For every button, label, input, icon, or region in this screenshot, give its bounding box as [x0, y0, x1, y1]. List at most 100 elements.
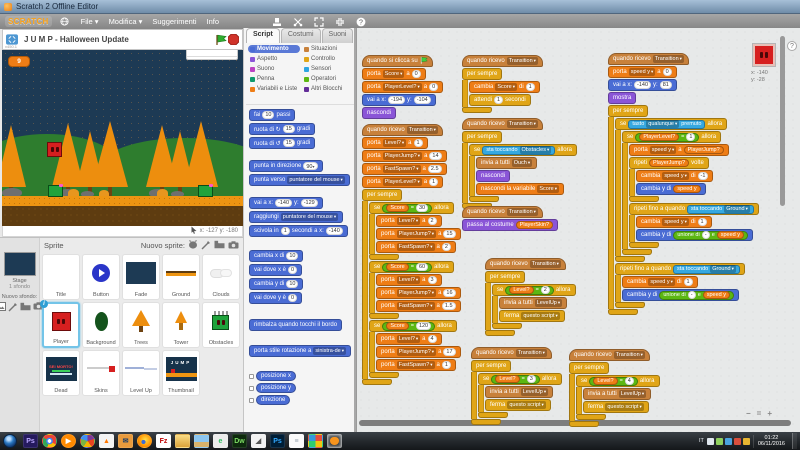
value-input[interactable]: - [687, 291, 696, 299]
operator-block[interactable]: Score = 120 [382, 321, 436, 331]
dropdown[interactable]: Level? ▾ [396, 276, 421, 284]
taskbar-icon-photoshop[interactable]: Ps [270, 434, 285, 448]
category-controllo[interactable]: Controllo [302, 55, 354, 63]
value-input[interactable]: 2 [441, 243, 451, 251]
zoom-in-button[interactable]: + [767, 409, 772, 418]
variable-chip[interactable]: Score [386, 263, 409, 271]
palette-block[interactable]: rimbalza quando tocchi il bordo [249, 319, 343, 331]
palette-block[interactable]: cambia x di 10 [249, 250, 304, 262]
operator-block[interactable]: unione di - e speed y [659, 290, 735, 300]
value-input[interactable]: 1 [697, 218, 707, 226]
c-block[interactable]: se Score = 60 allora porta Level? ▾ a 3 porta Playe… [369, 261, 461, 319]
value-input[interactable]: 0 [288, 294, 298, 302]
c-block[interactable]: per sempre cambia Score ▾ di 1 attendi 1 secondi [462, 68, 540, 113]
palette-block[interactable]: fai 10 passi [249, 109, 296, 121]
operator-block[interactable]: Level? = 2 [505, 285, 554, 295]
category-situazioni[interactable]: Situazioni [302, 45, 354, 53]
dropdown[interactable]: FastSpawn? ▾ [396, 361, 435, 369]
operator-block[interactable]: Score = 60 [382, 262, 433, 272]
dropdown[interactable]: FastSpawn? ▾ [396, 302, 435, 310]
sensing-block[interactable]: sta toccando Obstacles ▾ [482, 145, 556, 155]
dropdown[interactable]: FastSpawn? ▾ [382, 165, 421, 173]
stack-block[interactable]: vai a x: -194 y: -104 [362, 94, 436, 106]
value-input[interactable]: 60 [415, 263, 429, 271]
dropdown[interactable]: Obstacles ▾ [519, 146, 552, 154]
taskbar-icon-explorer[interactable] [175, 434, 190, 448]
c-block[interactable]: se tasto qualunque ▾ premuto allora se PlayerLe… [615, 118, 759, 262]
sprite-item-button[interactable]: Button [82, 254, 120, 300]
stage-watcher-box[interactable] [186, 50, 238, 60]
sprite-item-trees[interactable]: Trees [122, 302, 160, 348]
start-button[interactable] [3, 434, 17, 448]
new-backdrop-image-icon[interactable] [0, 302, 6, 314]
taskbar-icon-vlc[interactable]: ▲ [99, 434, 114, 448]
delete-scissors-icon[interactable] [292, 16, 304, 28]
c-block[interactable]: se Level? = 3 allora invia a tutti LevelUp ▾ fer… [478, 373, 562, 418]
stack-block[interactable]: porta PlayerJump? ▾ a 15 [376, 228, 461, 240]
tray-icon-1[interactable] [715, 437, 723, 445]
value-input[interactable]: 2 [427, 217, 437, 225]
sprite-item-dead[interactable]: SEI MORTO! Dead [42, 350, 80, 396]
hat-block[interactable]: quando ricevo Transition ▾ [462, 206, 543, 218]
category-altri-blocchi[interactable]: Altri Blocchi [302, 85, 354, 93]
c-block-header[interactable]: per sempre [485, 271, 526, 283]
value-input[interactable]: 16 [443, 289, 456, 297]
stack-block[interactable]: ferma questo script ▾ [583, 401, 649, 413]
value-input[interactable]: 17 [443, 348, 456, 356]
taskbar-icon-photoshop-elements[interactable]: Ps [23, 434, 38, 448]
value-input[interactable]: -140 [275, 199, 293, 207]
taskbar-icon-scratch[interactable] [327, 434, 342, 448]
sprite-item-clouds[interactable]: Clouds [202, 254, 240, 300]
value-input[interactable]: 10 [262, 111, 275, 119]
stack-block[interactable]: cambia y di unione di - e speed y [636, 229, 754, 241]
stack-block[interactable]: porta FastSpawn? ▾ a 1.5 [376, 300, 461, 312]
dropdown[interactable]: LevelUp ▾ [618, 390, 647, 398]
sensing-block[interactable]: sta toccando Ground ▾ [687, 204, 754, 214]
value-input[interactable]: -129 [300, 199, 318, 207]
variable-chip[interactable]: PlayerLevel? [639, 133, 680, 141]
sprite-item-obstacles[interactable]: Obstacles [202, 302, 240, 348]
variable-chip[interactable]: PlayerJump? [683, 146, 724, 154]
palette-block[interactable]: ruota di ↻ 15 gradi [249, 123, 316, 135]
value-input[interactable]: 0 [429, 83, 439, 91]
variable-chip[interactable]: PlayerSkin? [515, 221, 554, 229]
stack-block[interactable]: porta PlayerLevel? ▾ a 1 [362, 176, 444, 188]
taskbar-icon-dreamweaver[interactable]: Dw [232, 434, 247, 448]
palette-block[interactable]: vai a x: -140 y: -129 [249, 197, 323, 209]
variable-chip[interactable]: Level? [593, 377, 618, 385]
value-input[interactable]: 0 [411, 70, 421, 78]
value-input[interactable]: 4 [624, 377, 634, 385]
taskbar-icon-thunderbird[interactable]: ✉ [118, 434, 133, 448]
c-block-header[interactable]: se PlayerLevel? = 1 allora [622, 131, 722, 143]
category-operatori[interactable]: Operatori [302, 75, 354, 83]
value-input[interactable]: - [701, 231, 710, 239]
stack-block[interactable]: passa al costume PlayerSkin? [462, 219, 559, 231]
value-input[interactable]: 4 [427, 335, 437, 343]
palette-block[interactable]: scivola in 1 secondi a x: -140 [249, 225, 348, 237]
stack-block[interactable]: attendi 1 secondi [469, 94, 531, 106]
hat-block[interactable]: quando ricevo Transition ▾ [608, 53, 689, 65]
script-stack[interactable]: quando ricevo Transition ▾ porta speed y ▾ a 0 v… [608, 53, 759, 315]
dropdown[interactable]: LevelUp ▾ [534, 299, 563, 307]
variable-chip[interactable]: PlayerJump? [649, 159, 690, 167]
grow-sprite-icon[interactable] [313, 16, 325, 28]
dropdown[interactable]: Level? ▾ [382, 139, 407, 147]
sprite-item-background[interactable]: Background [82, 302, 120, 348]
c-block[interactable]: per sempre se Level? = 3 allora invia a tutti L… [471, 360, 562, 425]
taskbar-icon-chrome[interactable] [42, 434, 57, 448]
menu-item-file[interactable]: File ▾ [78, 16, 102, 27]
c-block-header[interactable]: se Level? = 4 allora [576, 375, 660, 387]
value-input[interactable]: 1 [413, 139, 423, 147]
c-block[interactable]: ripeti fino a quando sta toccando Ground ▾ c… [615, 263, 745, 308]
dropdown[interactable]: PlayerLevel? ▾ [382, 83, 422, 91]
c-block-header[interactable]: se Level? = 3 allora [478, 373, 562, 385]
stack-block[interactable]: invia a tutti LevelUp ▾ [485, 386, 554, 398]
dropdown[interactable]: Transition ▾ [515, 349, 547, 357]
stop-button[interactable] [227, 34, 239, 46]
sprite-item-level-up[interactable]: Level Up [122, 350, 160, 396]
stack-block[interactable]: porta Level? ▾ a 2 [376, 215, 442, 227]
stack-block[interactable]: porta Score ▾ a 0 [362, 68, 426, 80]
variable-chip[interactable]: Score [386, 322, 409, 330]
stack-block[interactable]: invia a tutti LevelUp ▾ [583, 388, 652, 400]
palette-block[interactable]: ruota di ↺ 15 gradi [249, 137, 316, 149]
